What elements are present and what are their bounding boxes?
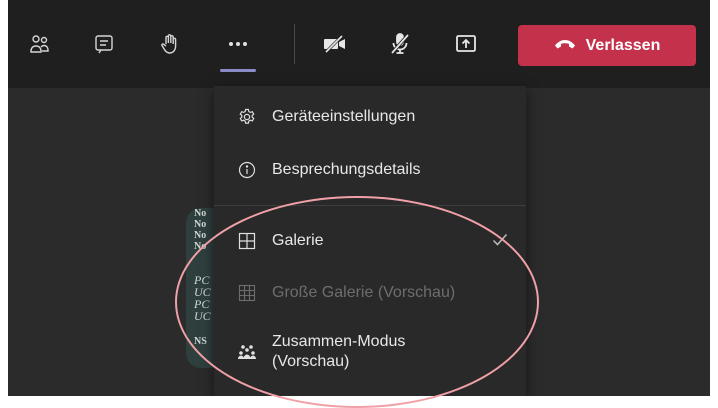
microphone-button[interactable]	[382, 26, 418, 62]
leave-button[interactable]: Verlassen	[518, 25, 696, 66]
menu-item-label: Zusammen-Modus (Vorschau)	[272, 332, 405, 372]
leave-label: Verlassen	[585, 36, 661, 54]
large-gallery-icon	[237, 283, 257, 303]
gallery-grid-icon	[237, 231, 257, 251]
participant-video-tile: No No No No PC UC PC UC NS	[186, 208, 216, 368]
together-mode-icon	[237, 342, 257, 362]
participants-button[interactable]	[22, 26, 58, 62]
active-tab-indicator	[220, 69, 256, 72]
chat-icon	[93, 33, 115, 55]
menu-item-meeting-details[interactable]: Besprechungsdetails	[214, 159, 526, 181]
chat-button[interactable]	[86, 26, 122, 62]
participants-icon	[29, 33, 51, 55]
menu-divider	[214, 205, 526, 206]
phone-hangup-icon	[554, 37, 576, 55]
info-icon	[237, 160, 257, 180]
raise-hand-button[interactable]	[152, 26, 188, 62]
meeting-stage: Verlassen No No No No PC UC PC UC NS Ger…	[8, 0, 710, 396]
menu-item-label: Galerie	[272, 232, 324, 249]
menu-item-device-settings[interactable]: Geräteeinstellungen	[214, 106, 526, 128]
participant-text-line: No	[194, 241, 207, 252]
share-screen-icon	[454, 33, 478, 55]
participant-text-line: No	[194, 219, 207, 230]
meeting-toolbar: Verlassen	[8, 0, 710, 88]
more-actions-menu: Geräteeinstellungen Besprechungsdetails …	[214, 86, 526, 396]
menu-item-gallery[interactable]: Galerie	[214, 230, 526, 252]
participant-text-line: NS	[194, 336, 207, 347]
raise-hand-icon	[159, 33, 181, 55]
gear-icon	[237, 107, 257, 127]
camera-button[interactable]	[317, 26, 353, 62]
checkmark-icon	[490, 230, 510, 250]
participant-text-line: No	[194, 208, 207, 219]
participant-text-line	[186, 322, 216, 336]
menu-item-label-line: (Vorschau)	[272, 353, 350, 370]
menu-item-label: Große Galerie (Vorschau)	[272, 284, 456, 301]
menu-item-label: Geräteeinstellungen	[272, 108, 416, 125]
menu-item-large-gallery: Große Galerie (Vorschau)	[214, 282, 526, 304]
mic-off-icon	[389, 32, 411, 56]
participant-text-line: No	[194, 230, 207, 241]
menu-item-label: Besprechungsdetails	[272, 161, 421, 178]
participant-text-line	[186, 252, 216, 274]
more-actions-button[interactable]	[220, 26, 256, 62]
participant-text-line: UC	[194, 309, 211, 323]
camera-off-icon	[323, 33, 347, 55]
menu-item-label-line: Zusammen-Modus	[272, 333, 406, 350]
more-actions-icon	[227, 33, 249, 55]
menu-item-together-mode[interactable]: Zusammen-Modus (Vorschau)	[214, 330, 526, 374]
toolbar-divider	[294, 24, 295, 64]
share-screen-button[interactable]	[448, 26, 484, 62]
